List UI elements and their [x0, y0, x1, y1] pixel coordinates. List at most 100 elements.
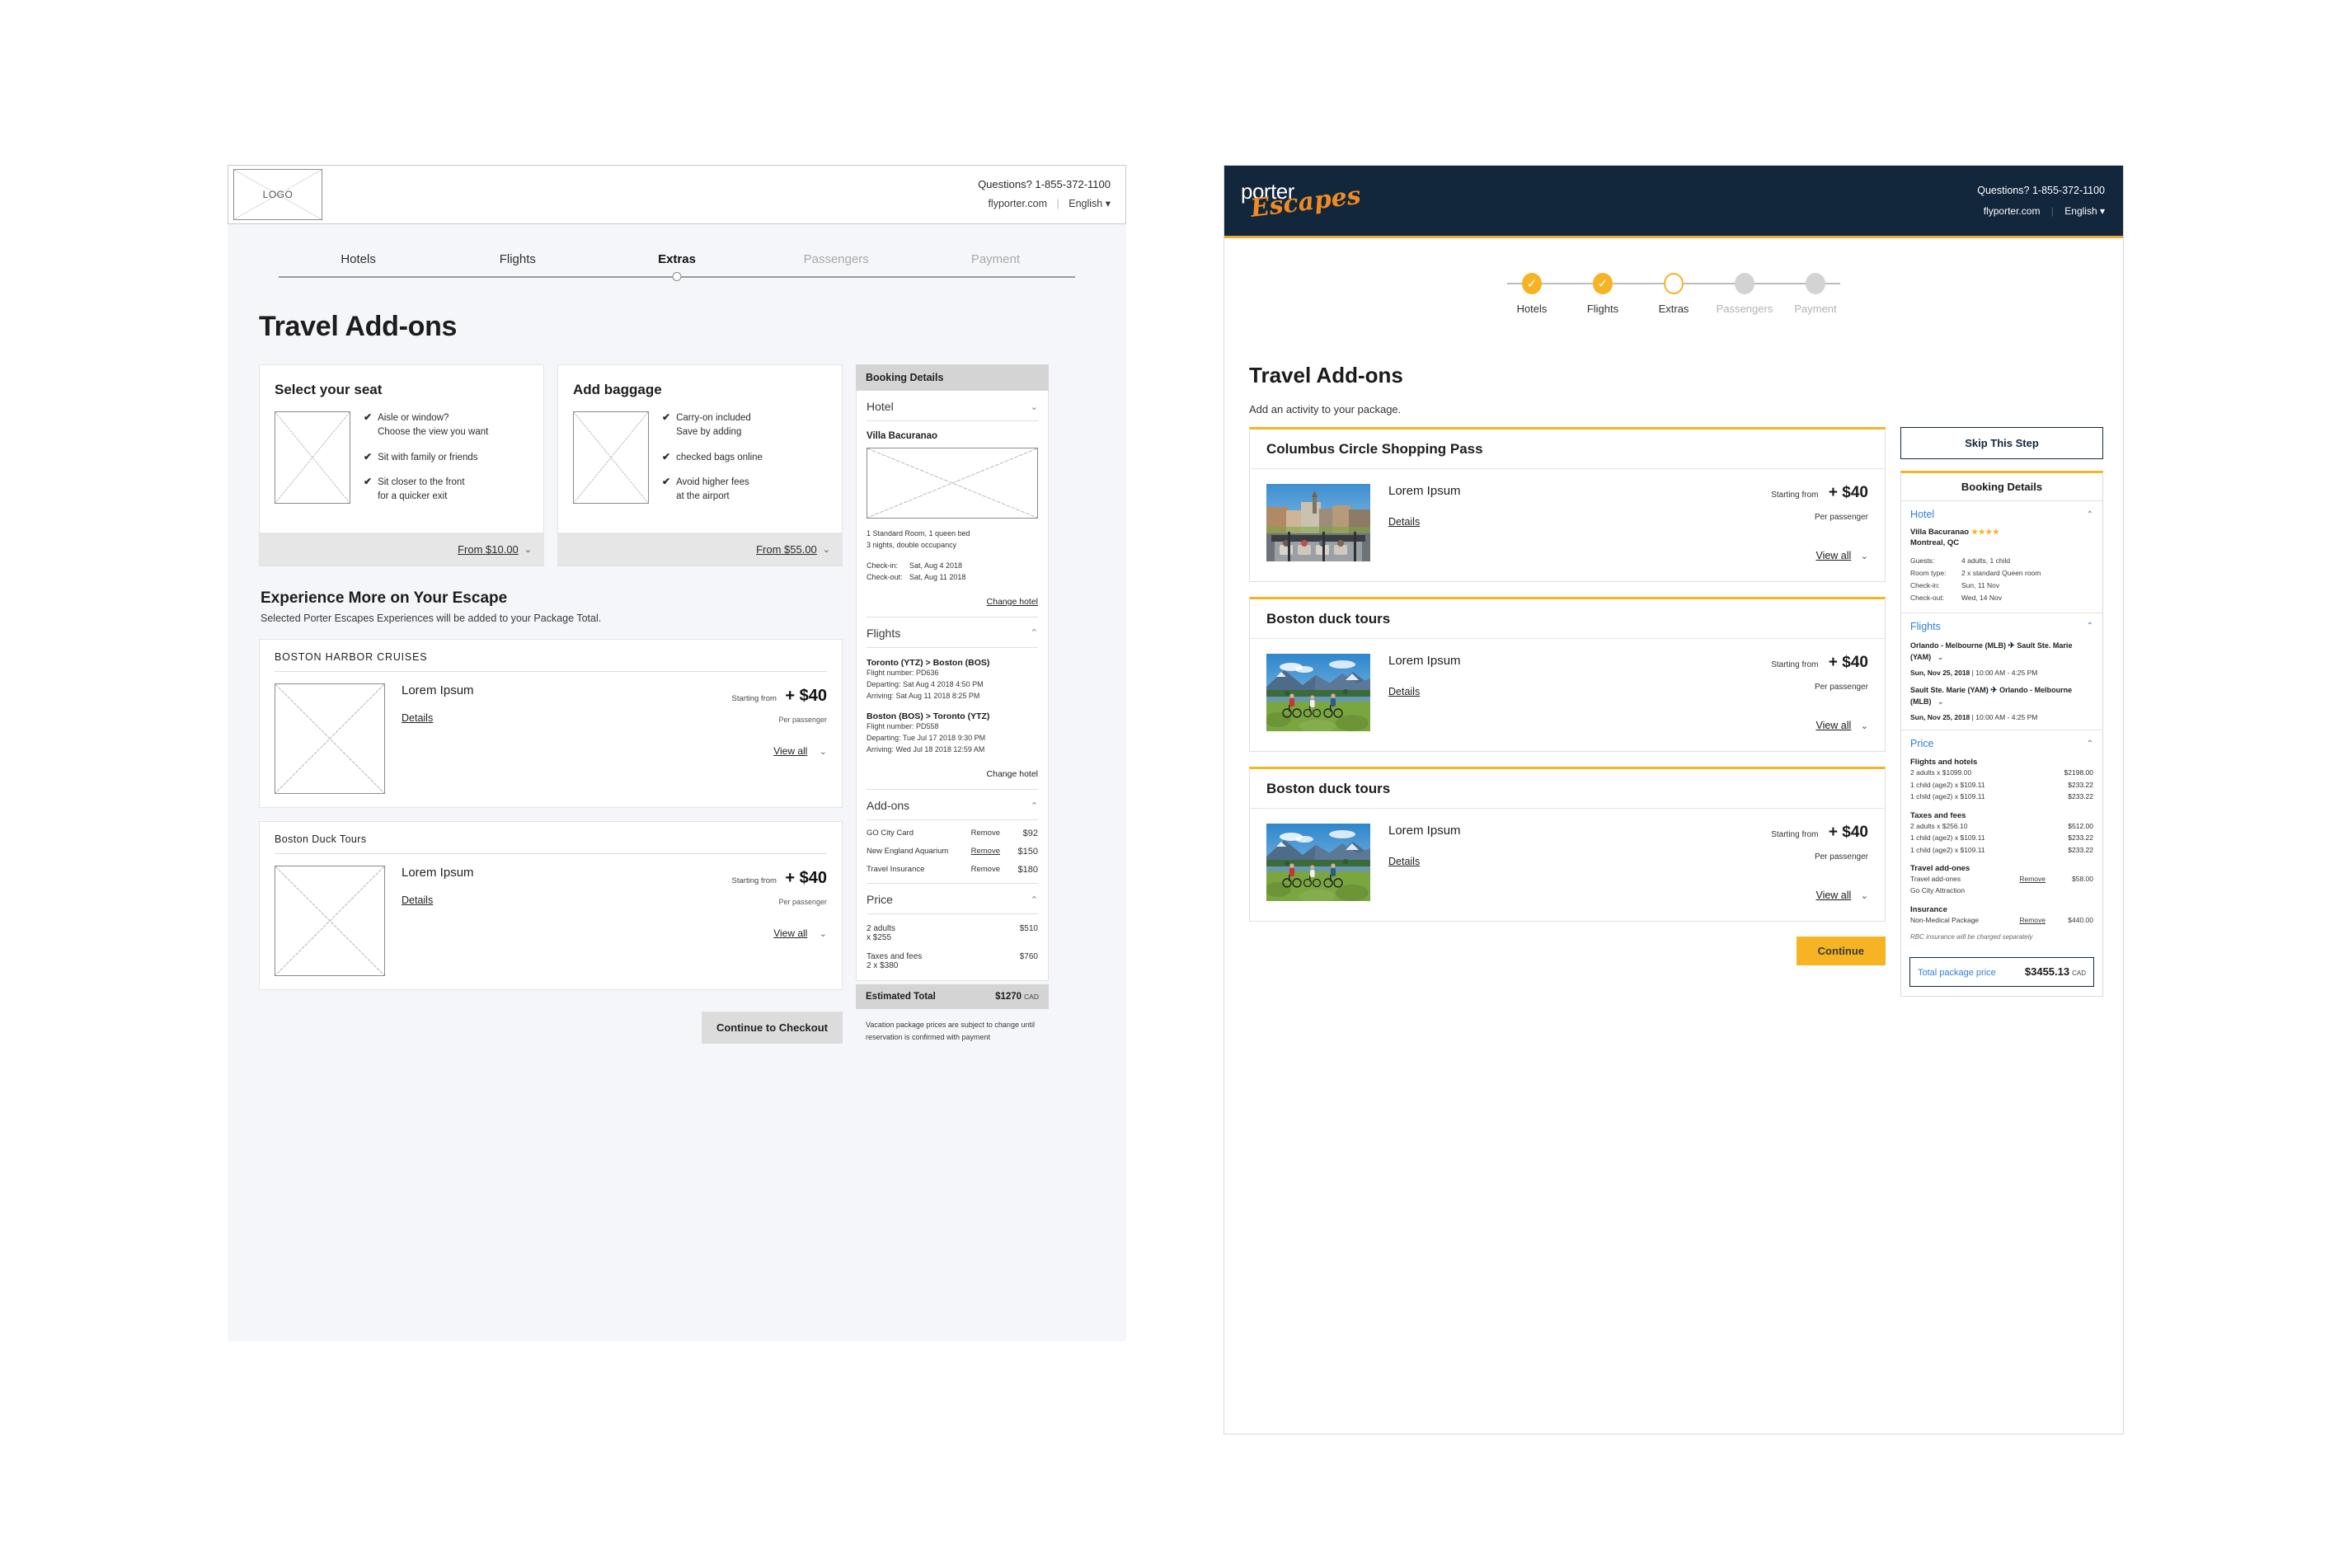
wireframe-step-extras[interactable]: Extras: [597, 252, 756, 266]
addon-remove-link[interactable]: Remove: [2019, 873, 2046, 885]
addon-remove-link[interactable]: Remove: [961, 847, 1000, 856]
chevron-up-icon[interactable]: ⌃: [2087, 739, 2093, 749]
chevron-up-icon[interactable]: ⌃: [1031, 627, 1038, 638]
chevron-down-icon[interactable]: ⌄: [1031, 401, 1038, 412]
select-seat-footer[interactable]: From $10.00 ⌄: [260, 533, 543, 566]
checkout-value: Wed, 14 Nov: [1961, 592, 2002, 604]
continue-to-checkout-button[interactable]: Continue to Checkout: [702, 1012, 843, 1044]
add-baggage-card: Add baggage ✔Carry-on included Save by a…: [557, 364, 843, 566]
chevron-down-icon[interactable]: ⌄: [1938, 697, 1944, 706]
addon-remove-link[interactable]: Remove: [961, 865, 1000, 874]
checkout-label: Check-out:: [867, 571, 909, 583]
sidebar-section-flights[interactable]: Flights ⌃: [867, 617, 1038, 647]
total-package-price-currency: CAD: [2072, 969, 2086, 977]
stepper-node-hotels[interactable]: ✓: [1496, 273, 1567, 294]
flyporter-link[interactable]: flyporter.com: [988, 198, 1047, 209]
stepper-label-hotels[interactable]: Hotels: [1496, 303, 1567, 315]
stepper-node-payment[interactable]: [1780, 273, 1851, 294]
view-all-link[interactable]: View all: [773, 927, 807, 939]
star-rating-icon: ★★★★: [1971, 528, 1999, 536]
per-passenger-label: Per passenger: [687, 716, 827, 724]
porter-escapes-logo[interactable]: porter Escapes: [1241, 181, 1361, 222]
stepper-label-extras[interactable]: Extras: [1638, 303, 1709, 315]
wireframe-upsell-cards: Select your seat ✔Aisle or window? Choos…: [259, 364, 843, 566]
check-icon: ✓: [1522, 273, 1542, 294]
change-flights-link[interactable]: Change hotel: [867, 769, 1038, 779]
flyporter-link[interactable]: flyporter.com: [1984, 205, 2041, 217]
addon-remove-link[interactable]: Remove: [961, 829, 1000, 838]
chevron-up-icon[interactable]: ⌃: [1031, 894, 1038, 905]
activity-pricing: Starting from + $40 Per passenger View a…: [1703, 654, 1868, 733]
questions-text: Questions? 1-855-372-1100: [978, 175, 1111, 195]
placeholder-x-icon: [275, 412, 350, 503]
sidebar-section-addons[interactable]: Add-ons ⌃: [867, 790, 1038, 819]
flight-route: Orlando - Melbourne (MLB) ✈ Sault Ste. M…: [1910, 640, 2093, 664]
sidebar-section-hotel[interactable]: Hotel ⌄: [867, 391, 1038, 420]
flight-leg: Boston (BOS) > Toronto (YTZ) Flight numb…: [867, 711, 1038, 756]
check-icon: ✔: [364, 411, 372, 440]
price-row: 2 adults x $1099.00$2198.00: [1910, 767, 2093, 778]
change-hotel-link[interactable]: Change hotel: [867, 597, 1038, 607]
wireframe-booking-sidebar: Booking Details Hotel ⌄ Villa Bacuranao: [856, 364, 1049, 1055]
view-all-row[interactable]: View all ⌄: [1703, 888, 1868, 903]
view-all-row[interactable]: View all ⌄: [687, 724, 827, 758]
check-icon: ✓: [1593, 273, 1613, 294]
chevron-up-icon[interactable]: ⌃: [1031, 800, 1038, 811]
stepper-label-flights[interactable]: Flights: [1567, 303, 1638, 315]
chevron-up-icon[interactable]: ⌃: [2087, 622, 2093, 631]
wireframe-step-passengers[interactable]: Passengers: [757, 252, 916, 266]
activity-details-link[interactable]: Details: [1388, 686, 1420, 697]
stepper-label-payment[interactable]: Payment: [1780, 303, 1851, 315]
list-item: ✔Carry-on included Save by adding: [662, 411, 763, 440]
wireframe-progress-knob[interactable]: [673, 272, 682, 281]
view-all-link[interactable]: View all: [1815, 720, 1851, 731]
view-all-link[interactable]: View all: [773, 745, 807, 757]
activity-row: Lorem Ipsum Details Starting from + $40 …: [1250, 469, 1885, 581]
view-all-row[interactable]: View all ⌄: [1703, 718, 1868, 733]
stepper-node-extras[interactable]: [1638, 273, 1709, 294]
per-passenger-label: Per passenger: [1703, 683, 1868, 692]
insurance-remove-link[interactable]: Remove: [2019, 914, 2046, 926]
price-amount: $233.22: [2068, 844, 2093, 856]
language-selector[interactable]: English: [2064, 205, 2097, 217]
activity-pricing: Starting from + $40 Per passenger View a…: [1703, 824, 1868, 903]
chevron-down-icon[interactable]: ⌄: [1938, 653, 1944, 661]
hotel-section-header[interactable]: Hotel ⌃: [1910, 509, 2093, 520]
per-passenger-label: Per passenger: [687, 898, 827, 906]
wireframe-step-hotels[interactable]: Hotels: [279, 252, 438, 266]
chevron-up-icon[interactable]: ⌃: [2087, 510, 2093, 519]
price-desc-line-2: x $255: [867, 933, 891, 942]
view-all-row[interactable]: View all ⌄: [1703, 548, 1868, 563]
activity-details-link[interactable]: Details: [402, 894, 687, 906]
continue-button[interactable]: Continue: [1797, 937, 1886, 965]
stepper-node-flights[interactable]: ✓: [1567, 273, 1638, 294]
sidebar-section-hotel: Hotel ⌃ Villa Bacuranao★★★★ Montreal, QC…: [1901, 501, 2102, 613]
flight-date: Sun, Nov 25, 2018: [1910, 713, 1970, 721]
activity-details-link[interactable]: Details: [1388, 516, 1420, 528]
divider: [867, 420, 1038, 421]
wireframe-body: Select your seat ✔Aisle or window? Choos…: [259, 364, 1100, 1055]
seat-price-label[interactable]: From $10.00: [458, 543, 519, 556]
view-all-row[interactable]: View all ⌄: [687, 906, 827, 941]
price-section-header[interactable]: Price ⌃: [1910, 738, 2093, 749]
sidebar-section-price[interactable]: Price ⌃: [867, 884, 1038, 913]
activity-details-link[interactable]: Details: [402, 712, 687, 724]
activity-pricing: Starting from + $40 Per passenger View a…: [687, 866, 827, 941]
wireframe-step-flights[interactable]: Flights: [438, 252, 597, 266]
stepper-label-passengers[interactable]: Passengers: [1709, 303, 1780, 315]
flights-section-header[interactable]: Flights ⌃: [1910, 621, 2093, 632]
view-all-link[interactable]: View all: [1815, 550, 1851, 561]
stepper-labels: Hotels Flights Extras Passengers Payment: [1496, 303, 1851, 315]
addon-amount: $58.00: [2054, 873, 2093, 885]
view-all-link[interactable]: View all: [1815, 890, 1851, 901]
activity-details-link[interactable]: Details: [1388, 856, 1420, 867]
language-selector[interactable]: English: [1069, 198, 1102, 209]
baggage-price-label[interactable]: From $55.00: [756, 543, 817, 556]
guests-label: Guests:: [1910, 555, 1961, 567]
stepper-node-passengers[interactable]: [1709, 273, 1780, 294]
wireframe-step-payment[interactable]: Payment: [916, 252, 1075, 266]
activity-pricing: Starting from + $40 Per passenger View a…: [1703, 484, 1868, 563]
hotel-name-row: Villa Bacuranao★★★★: [1910, 528, 2093, 537]
skip-this-step-button[interactable]: Skip This Step: [1900, 427, 2103, 459]
add-baggage-footer[interactable]: From $55.00 ⌄: [558, 533, 842, 566]
